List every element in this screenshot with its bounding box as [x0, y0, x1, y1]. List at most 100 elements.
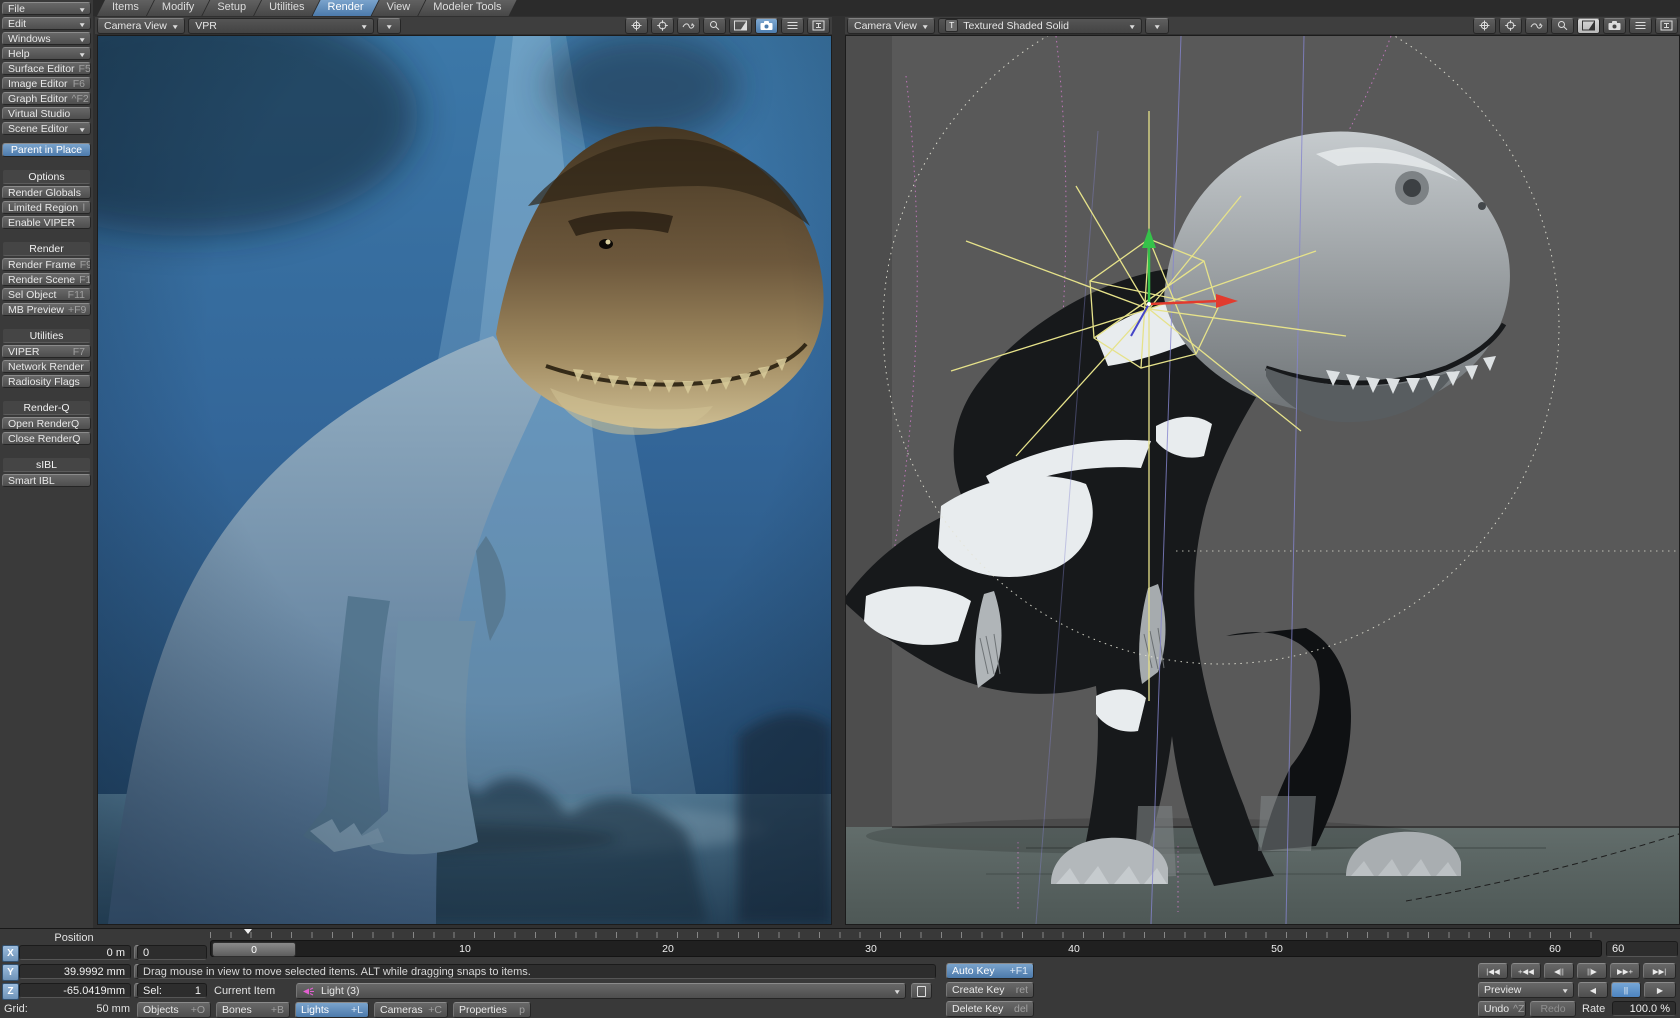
viper-button[interactable]: VIPERF7: [2, 345, 91, 358]
current-item-dropdown[interactable]: Light (3): [296, 983, 906, 999]
open-renderq-button[interactable]: Open RenderQ: [2, 417, 91, 430]
panel-icon: [917, 986, 926, 997]
play-forward-button[interactable]: ▶: [1644, 982, 1676, 998]
rotate-view-icon[interactable]: [651, 18, 674, 34]
sidebar: File Edit Windows Help Surface EditorF5 …: [0, 0, 93, 928]
graph-editor-button[interactable]: Graph Editor^F2: [2, 92, 91, 105]
go-to-start-button[interactable]: |◀◀: [1478, 963, 1508, 979]
delete-key-button[interactable]: Delete Keydel: [946, 1001, 1034, 1017]
sel-object-button[interactable]: Sel ObjectF11: [2, 288, 91, 301]
tab-view[interactable]: View: [372, 0, 426, 16]
scene-editor-button[interactable]: Scene Editor: [2, 122, 91, 135]
render-globals-button[interactable]: Render Globals: [2, 186, 91, 199]
tab-setup[interactable]: Setup: [202, 0, 261, 16]
right-view-type-dropdown[interactable]: Camera View: [847, 18, 935, 34]
chevron-down-icon: [893, 985, 901, 997]
category-cameras-button[interactable]: Cameras+C: [374, 1002, 448, 1018]
axis-x-badge[interactable]: X: [2, 945, 19, 962]
maximize-viewport-icon[interactable]: [729, 18, 752, 34]
section-header-sibl: sIBL: [2, 457, 91, 472]
tab-modeler-tools[interactable]: Modeler Tools: [418, 0, 516, 16]
viewport-menu-icon[interactable]: [781, 18, 804, 34]
camera-icon[interactable]: [755, 18, 778, 34]
virtual-studio-button[interactable]: Virtual Studio: [2, 107, 91, 120]
tab-utilities[interactable]: Utilities: [254, 0, 319, 16]
right-render-mode-dropdown[interactable]: T Textured Shaded Solid: [938, 18, 1142, 34]
tab-render[interactable]: Render: [313, 0, 379, 16]
zoom-view-icon[interactable]: [703, 18, 726, 34]
ruler-ticks: [210, 932, 1602, 938]
status-message: Drag mouse in view to move selected item…: [137, 964, 936, 979]
position-x-field[interactable]: 0 m: [19, 945, 131, 960]
limited-region-button[interactable]: Limited Regionl: [2, 201, 91, 214]
end-frame-field[interactable]: 60: [1606, 941, 1678, 957]
current-frame-field[interactable]: 0: [137, 945, 207, 960]
mb-preview-button[interactable]: MB Preview+F9: [2, 303, 91, 316]
tab-items[interactable]: Items: [97, 0, 154, 16]
left-view-type-dropdown[interactable]: Camera View: [97, 18, 185, 34]
radiosity-flags-button[interactable]: Radiosity Flags: [2, 375, 91, 388]
left-viewport-canvas[interactable]: [97, 35, 832, 925]
move-view-icon[interactable]: [1473, 18, 1496, 34]
category-bones-button[interactable]: Bones+B: [216, 1002, 290, 1018]
chevron-down-icon: [1561, 984, 1569, 996]
pause-button[interactable]: ||: [1611, 982, 1641, 998]
tab-modify[interactable]: Modify: [147, 0, 209, 16]
menu-edit[interactable]: Edit: [2, 17, 91, 30]
network-render-button[interactable]: Network Render: [2, 360, 91, 373]
render-scene-button[interactable]: Render SceneF10: [2, 273, 91, 286]
axis-z-badge[interactable]: Z: [2, 983, 19, 1000]
go-to-end-button[interactable]: ▶▶|: [1643, 963, 1676, 979]
maximize-viewport-icon[interactable]: [1577, 18, 1600, 34]
pan-view-icon[interactable]: [677, 18, 700, 34]
next-frame-button[interactable]: ||▶: [1577, 963, 1607, 979]
pan-view-icon[interactable]: [1525, 18, 1548, 34]
position-y-field[interactable]: 39.9992 mm: [19, 964, 131, 979]
parent-in-place-button[interactable]: Parent in Place: [2, 143, 91, 157]
position-z-field[interactable]: -65.0419mm: [19, 983, 131, 998]
previous-keyframe-button[interactable]: +◀◀: [1511, 963, 1541, 979]
play-backward-button[interactable]: ◀: [1578, 982, 1608, 998]
grid-size-value: 50 mm: [60, 1003, 130, 1015]
move-view-icon[interactable]: [625, 18, 648, 34]
undo-button[interactable]: Undo^Z: [1478, 1001, 1526, 1017]
category-objects-button[interactable]: Objects+O: [137, 1002, 211, 1018]
section-header-utilities: Utilities: [2, 328, 91, 343]
enable-viper-button[interactable]: Enable VIPER: [2, 216, 91, 229]
preview-dropdown[interactable]: Preview: [1478, 982, 1574, 998]
auto-key-button[interactable]: Auto Key+F1: [946, 963, 1034, 979]
rate-field[interactable]: 100.0 %: [1612, 1001, 1676, 1016]
left-mode-options-dropdown[interactable]: [377, 18, 401, 34]
surface-editor-button[interactable]: Surface EditorF5: [2, 62, 91, 75]
menu-file[interactable]: File: [2, 2, 91, 15]
close-renderq-button[interactable]: Close RenderQ: [2, 432, 91, 445]
right-mode-options-dropdown[interactable]: [1145, 18, 1169, 34]
image-editor-button[interactable]: Image EditorF6: [2, 77, 91, 90]
viewport-layout-icon[interactable]: [1655, 18, 1678, 34]
rotate-view-icon[interactable]: [1499, 18, 1522, 34]
selection-count-field: Sel:1: [137, 983, 207, 998]
camera-icon[interactable]: [1603, 18, 1626, 34]
category-lights-button[interactable]: Lights+L: [295, 1002, 369, 1018]
menu-windows[interactable]: Windows: [2, 32, 91, 45]
smart-ibl-button[interactable]: Smart IBL: [2, 474, 91, 487]
viewport-layout-icon[interactable]: [807, 18, 830, 34]
next-keyframe-button[interactable]: ▶▶+: [1610, 963, 1640, 979]
frame-slider-handle[interactable]: 0: [212, 942, 296, 957]
left-render-mode-dropdown[interactable]: VPR: [188, 18, 374, 34]
previous-frame-button[interactable]: ◀||: [1544, 963, 1574, 979]
right-viewport-canvas[interactable]: [845, 35, 1680, 925]
timeline-track[interactable]: [210, 940, 1602, 957]
timeline-ruler[interactable]: 0 10 20 30 40 50 60: [210, 930, 1602, 958]
redo-button[interactable]: Redo: [1530, 1001, 1576, 1017]
menu-help[interactable]: Help: [2, 47, 91, 60]
create-key-button[interactable]: Create Keyret: [946, 982, 1034, 998]
category-properties-button[interactable]: Propertiesp: [453, 1002, 531, 1018]
tick-label: 20: [662, 943, 674, 955]
item-list-panel-button[interactable]: [911, 983, 932, 999]
zoom-view-icon[interactable]: [1551, 18, 1574, 34]
playhead-marker[interactable]: [244, 929, 252, 934]
axis-y-badge[interactable]: Y: [2, 964, 19, 981]
viewport-menu-icon[interactable]: [1629, 18, 1652, 34]
render-frame-button[interactable]: Render FrameF9: [2, 258, 91, 271]
